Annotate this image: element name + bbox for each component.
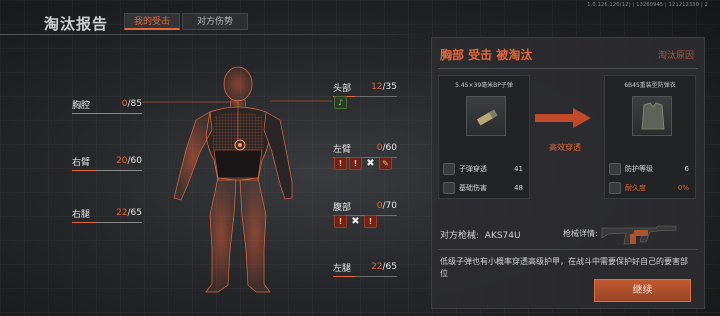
hp-head: 头部 12/35 (333, 79, 397, 97)
blocked-icon: ✖ (351, 216, 360, 227)
abdomen-effects: ! ✖ ! (334, 215, 377, 228)
hint-text: 低级子弹也有小概率穿透高级护甲，在战斗中需要保护好自己的要害部位 (440, 257, 688, 278)
elimination-reason-link[interactable]: 淘汰原因 (658, 48, 694, 61)
weapon-detail-label: 枪械详情: (563, 229, 598, 238)
arrow-right-icon (535, 108, 591, 128)
ammo-card[interactable]: 5.45×39毫米BP子弹 子弹穿透 41 基础伤害 48 (438, 75, 530, 199)
hp-left-arm: 左臂 0/60 (333, 140, 397, 158)
armor-name: 6B45重装型防弹衣 (624, 82, 676, 89)
hearing-icon: ♪ (334, 96, 347, 109)
bullet-icon (443, 163, 455, 175)
armor-class-stat: 防护等级 6 (609, 161, 689, 177)
hp-right-arm: 右臂 20/60 (72, 153, 142, 171)
armor-durability-stat: 耐久度 0% (609, 180, 689, 196)
hp-right-leg: 右腿 22/65 (72, 205, 142, 223)
elimination-detail-panel: 胸部 受击 被淘汰 淘汰原因 5.45×39毫米BP子弹 子弹穿透 41 基础伤… (431, 37, 705, 309)
elimination-report-screen: 1.0.126.126(12) | 13260945 | 121212330 |… (0, 0, 720, 316)
rifle-icon[interactable] (600, 218, 682, 248)
ammo-name: 5.45×39毫米BP子弹 (455, 82, 513, 89)
armor-icon (632, 96, 672, 136)
left-arm-effects: ! ! ✖ ✎ (334, 157, 392, 170)
injury-icon: ✎ (379, 157, 392, 170)
elimination-cause-title: 胸部 受击 被淘汰 (440, 48, 533, 62)
bleeding-icon: ! (334, 157, 347, 170)
crosshair-icon (443, 182, 455, 194)
penetration-result: 高效穿透 (549, 143, 581, 152)
pain-icon: ! (364, 215, 377, 228)
ammo-damage-stat: 基础伤害 48 (443, 180, 523, 196)
armor-card[interactable]: 6B45重装型防弹衣 防护等级 6 耐久度 0% (604, 75, 696, 199)
hp-left-leg: 左腿 22/65 (333, 259, 397, 277)
ammo-penetration-stat: 子弹穿透 41 (443, 161, 523, 177)
hp-abdomen: 腹部 0/70 (333, 198, 397, 216)
hp-chest: 胸腔 0/85 (72, 96, 142, 114)
bleeding-icon: ! (334, 215, 347, 228)
ammo-icon (466, 96, 506, 136)
enemy-weapon-name: AKS74U (484, 231, 521, 241)
head-effects: ♪ (334, 96, 347, 109)
enemy-weapon: 对方枪械: AKS74U (440, 231, 521, 241)
blocked-icon: ✖ (366, 158, 375, 169)
continue-button[interactable]: 继续 (594, 279, 691, 302)
fracture-icon: ! (349, 157, 362, 170)
durability-icon (609, 182, 621, 194)
armor-class-icon (609, 163, 621, 175)
